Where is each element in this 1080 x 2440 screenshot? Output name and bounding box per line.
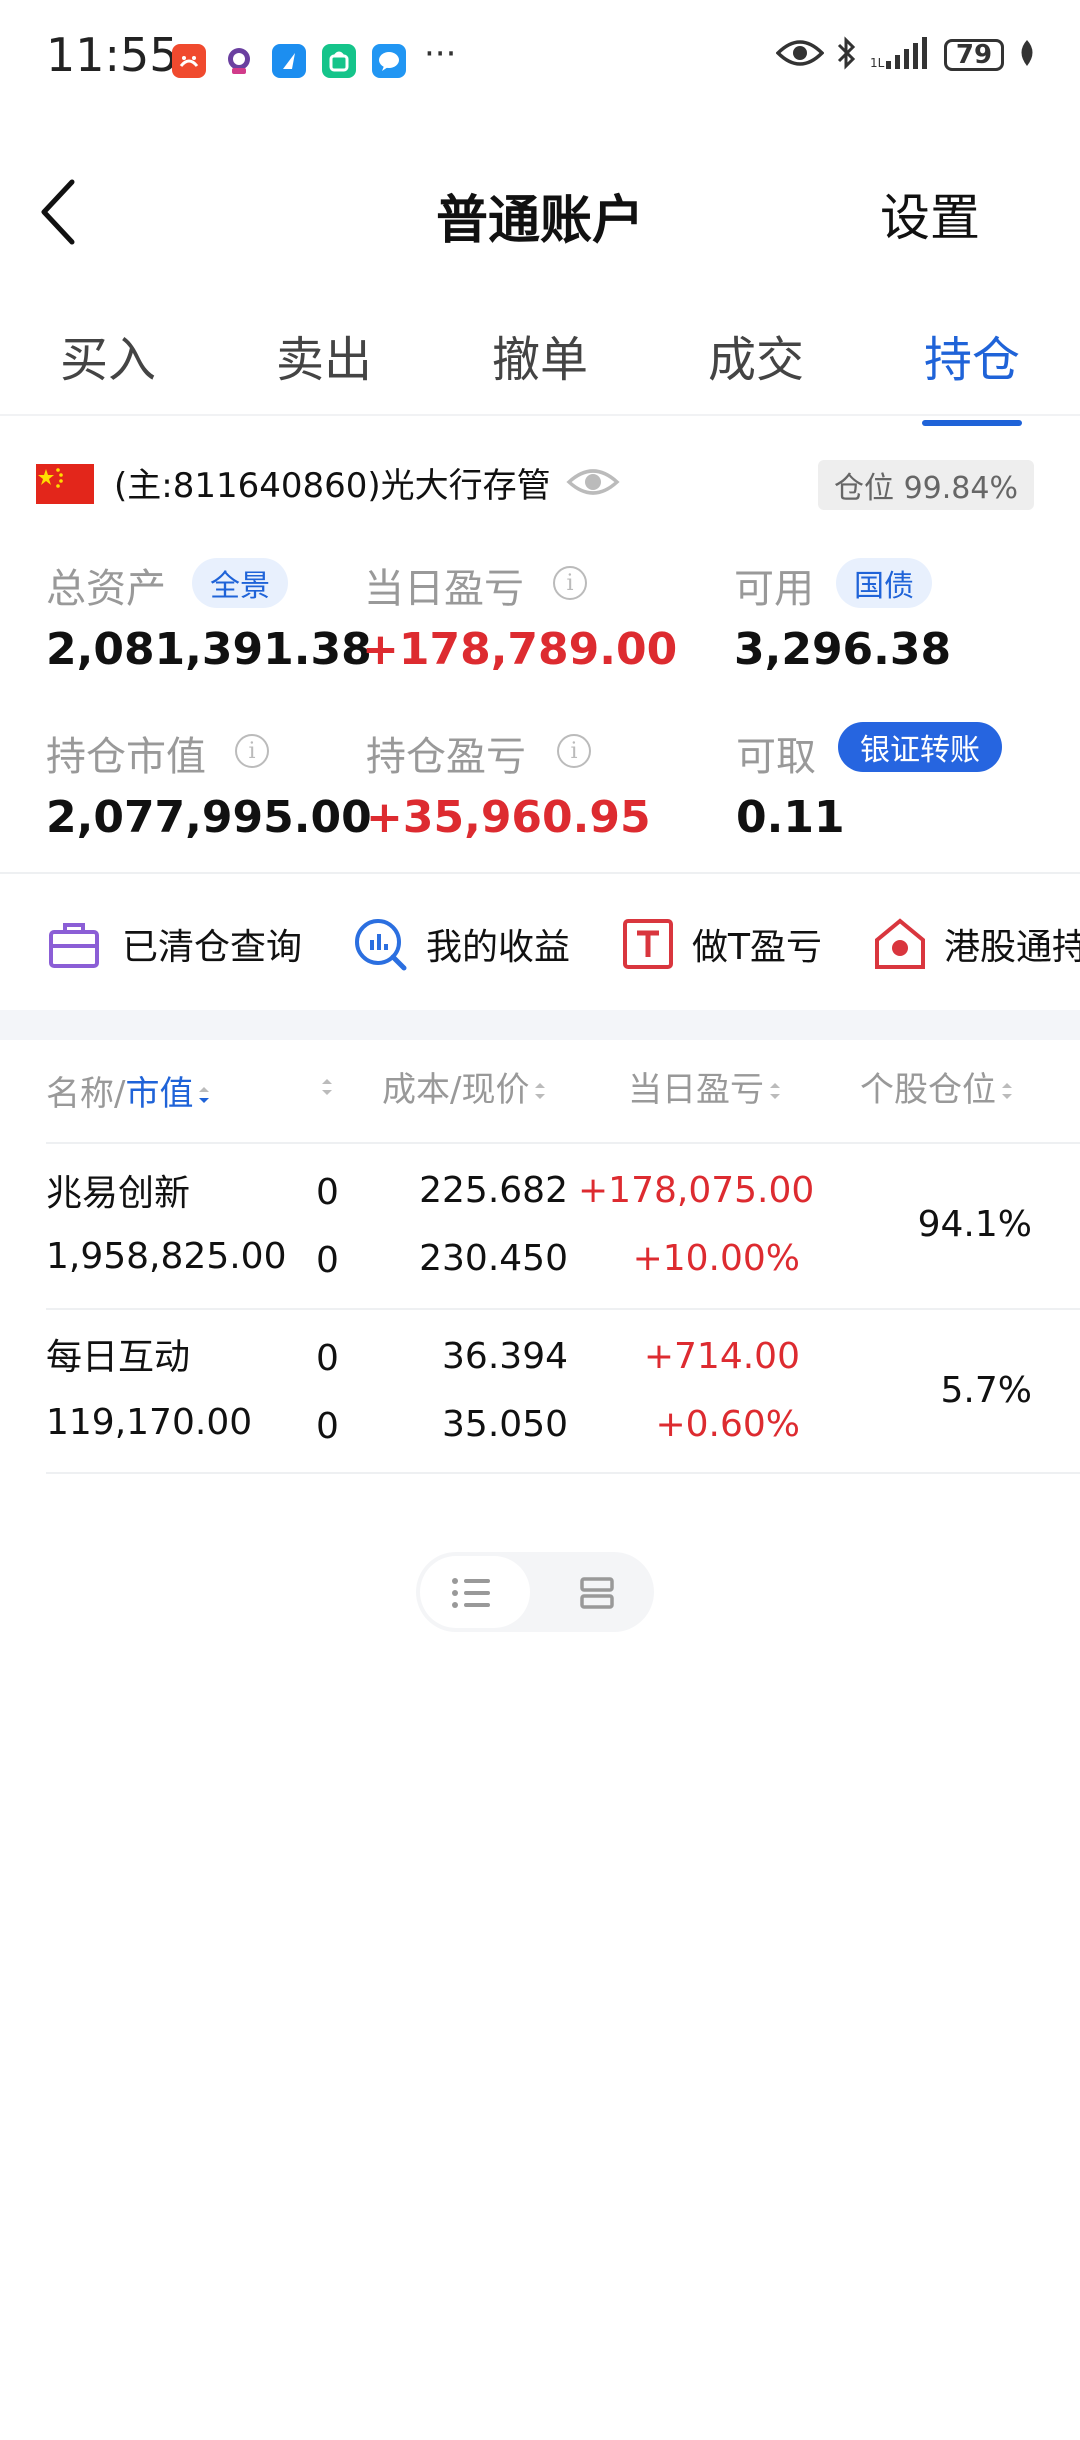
- sort-icon: [768, 1072, 782, 1112]
- trade-tabs: 买入 卖出 撤单 成交 持仓: [0, 320, 1080, 426]
- stock-name: 兆易创新: [46, 1173, 191, 1214]
- quick-link-t-trade-pl[interactable]: 做T盈亏: [692, 918, 822, 970]
- notification-bag-icon: [322, 44, 356, 78]
- column-header-quantity-sort[interactable]: [316, 1066, 334, 1108]
- column-header-name-value[interactable]: 名称/市值: [46, 1066, 211, 1116]
- withdrawable-value: 0.11: [736, 792, 845, 843]
- quick-link-cleared-positions[interactable]: 已清仓查询: [122, 918, 302, 970]
- tab-divider: [0, 414, 1080, 416]
- signal-icon: 1L: [870, 37, 932, 73]
- sort-icon: [533, 1072, 547, 1112]
- tab-label: 持仓: [923, 332, 1020, 388]
- stock-quantity: 0: [316, 1172, 339, 1213]
- stock-name: 每日互动: [46, 1337, 191, 1378]
- bar-search-icon: [352, 916, 408, 972]
- stock-market-value: 119,170.00: [46, 1402, 253, 1443]
- notification-feather-icon: [272, 44, 306, 78]
- eye-comfort-icon: [775, 37, 825, 73]
- leaf-icon: [1016, 38, 1038, 72]
- withdrawable-label: 可取: [736, 734, 816, 780]
- tab-buy[interactable]: 买入: [0, 320, 216, 420]
- status-indicators: 1L 79: [775, 36, 1038, 74]
- sort-icon: [1000, 1072, 1014, 1112]
- stock-market-value: 1,958,825.00: [46, 1236, 287, 1277]
- sort-desc-icon: [197, 1076, 211, 1116]
- info-icon[interactable]: i: [553, 566, 587, 600]
- section-gap: [0, 1010, 1080, 1040]
- available-value: 3,296.38: [734, 624, 952, 675]
- total-assets-value: 2,081,391.38: [46, 624, 372, 675]
- notification-app-icon: [172, 44, 206, 78]
- stock-daily-pl-percent: +10.00%: [632, 1238, 800, 1279]
- status-time: 11:55: [46, 28, 179, 82]
- stock-available-quantity: 0: [316, 1240, 339, 1281]
- total-assets-label: 总资产: [46, 566, 166, 612]
- holding-pl-label: 持仓盈亏: [366, 734, 526, 780]
- stock-quantity: 0: [316, 1338, 339, 1379]
- tab-active-indicator: [922, 420, 1022, 426]
- sort-icon: [320, 1068, 334, 1108]
- stock-available-quantity: 0: [316, 1406, 339, 1447]
- tab-label: 成交: [707, 332, 804, 388]
- header-name-label: 名称/: [46, 1074, 126, 1114]
- row-divider: [46, 1472, 1080, 1474]
- list-view-icon[interactable]: [450, 1576, 494, 1610]
- position-ratio-badge: 仓位 99.84%: [818, 460, 1034, 510]
- overview-pill[interactable]: 全景: [192, 558, 288, 608]
- battery-indicator: 79: [944, 39, 1004, 71]
- notification-overflow: ···: [424, 34, 457, 74]
- bank-transfer-button[interactable]: 银证转账: [838, 722, 1002, 772]
- account-selector[interactable]: (主:811640860)光大行存管: [114, 458, 551, 507]
- stock-price: 35.050: [442, 1404, 568, 1445]
- stock-price: 230.450: [419, 1238, 568, 1279]
- header-value-label: 市值: [125, 1074, 194, 1114]
- header-pl-label: 当日盈亏: [628, 1070, 764, 1110]
- metrics-divider: [0, 872, 1080, 874]
- daily-pl-value: +178,789.00: [362, 624, 678, 675]
- quick-link-hk-connect[interactable]: 港股通持: [944, 918, 1080, 970]
- tab-cancel-order[interactable]: 撤单: [432, 320, 648, 420]
- info-icon[interactable]: i: [235, 734, 269, 768]
- available-label: 可用: [734, 566, 814, 612]
- column-header-cost-price[interactable]: 成本/现价: [382, 1062, 547, 1112]
- header-weight-label: 个股仓位: [860, 1070, 996, 1110]
- stock-cost: 36.394: [442, 1336, 568, 1377]
- stock-weight: 5.7%: [940, 1370, 1032, 1411]
- tab-label: 卖出: [275, 332, 372, 388]
- tab-label: 撤单: [491, 332, 588, 388]
- hk-house-icon: [872, 916, 928, 972]
- tab-holdings[interactable]: 持仓: [864, 320, 1080, 426]
- tab-sell[interactable]: 卖出: [216, 320, 432, 420]
- tab-deals[interactable]: 成交: [648, 320, 864, 420]
- china-flag-icon: [36, 464, 94, 504]
- column-header-weight[interactable]: 个股仓位: [860, 1062, 1014, 1112]
- svg-text:1L: 1L: [870, 56, 885, 69]
- tab-label: 买入: [59, 332, 156, 388]
- settings-button[interactable]: 设置: [880, 178, 980, 250]
- treasury-pill[interactable]: 国债: [836, 558, 932, 608]
- stock-daily-pl: +178,075.00: [578, 1170, 815, 1211]
- bluetooth-icon: [836, 36, 858, 74]
- stock-daily-pl-percent: +0.60%: [655, 1404, 800, 1445]
- stock-daily-pl: +714.00: [643, 1336, 800, 1377]
- holding-pl-value: +35,960.95: [366, 792, 651, 843]
- t-box-icon: [620, 916, 676, 972]
- notification-message-icon: [372, 44, 406, 78]
- header-cost-label: 成本/现价: [382, 1070, 530, 1110]
- holding-value-value: 2,077,995.00: [46, 792, 372, 843]
- stock-weight: 94.1%: [917, 1204, 1032, 1245]
- info-icon[interactable]: i: [557, 734, 591, 768]
- holding-value-label: 持仓市值: [46, 734, 206, 780]
- daily-pl-label: 当日盈亏: [364, 566, 524, 612]
- stock-cost: 225.682: [419, 1170, 568, 1211]
- notification-astronaut-icon: [222, 44, 256, 78]
- column-header-daily-pl[interactable]: 当日盈亏: [628, 1062, 782, 1112]
- briefcase-icon: [46, 916, 102, 972]
- card-view-icon[interactable]: [578, 1576, 618, 1610]
- quick-link-my-earnings[interactable]: 我的收益: [426, 918, 570, 970]
- eye-visibility-icon[interactable]: [566, 464, 620, 500]
